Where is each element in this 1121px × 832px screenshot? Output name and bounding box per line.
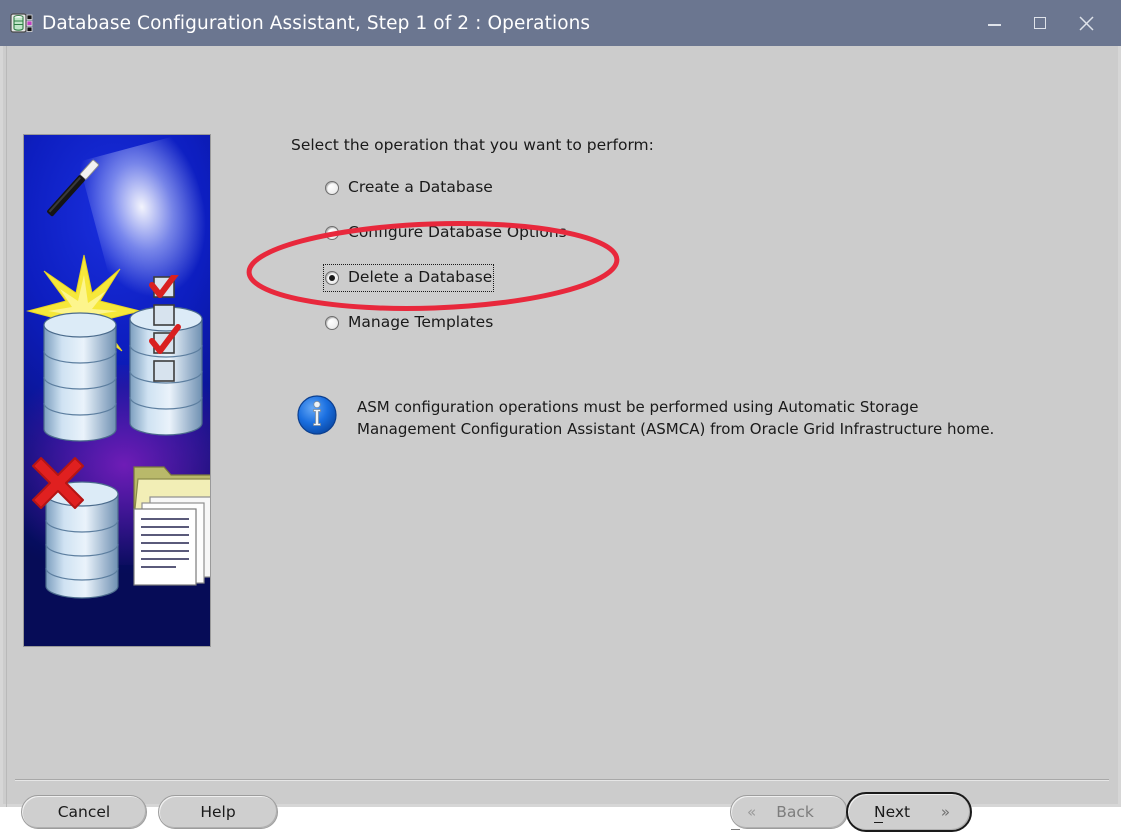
radio-label: Configure Database Options [348, 223, 567, 242]
client-area: Select the operation that you want to pe… [0, 46, 1121, 832]
next-button[interactable]: Next » [846, 792, 972, 832]
info-icon [295, 393, 339, 437]
radio-configure-database-options[interactable]: Configure Database Options [323, 219, 569, 247]
radio-indicator [325, 181, 339, 195]
cancel-button-label: Cancel [57, 803, 111, 821]
database-wizard-icon [10, 11, 34, 35]
dbca-window: Database Configuration Assistant, Step 1… [0, 0, 1121, 832]
radio-create-a-database[interactable]: Create a Database [323, 174, 495, 202]
cancel-button[interactable]: Cancel [21, 795, 147, 829]
title-bar[interactable]: Database Configuration Assistant, Step 1… [0, 0, 1121, 46]
back-button-label: Back [776, 803, 814, 821]
back-button[interactable]: « Back [730, 795, 848, 829]
radio-indicator [325, 271, 339, 285]
magic-wand-icon [32, 149, 112, 229]
wizard-banner-image [23, 134, 211, 647]
next-button-label: Next [874, 803, 911, 823]
radio-indicator [325, 226, 339, 240]
database-cylinder-icon [42, 311, 118, 447]
operation-radio-group: Create a Database Configure Database Opt… [323, 174, 743, 354]
window-controls [971, 0, 1121, 46]
radio-label: Delete a Database [348, 268, 493, 287]
minimize-icon[interactable] [971, 0, 1017, 46]
page-prompt: Select the operation that you want to pe… [291, 136, 654, 154]
radio-manage-templates[interactable]: Manage Templates [323, 309, 495, 337]
asm-info-note: ASM configuration operations must be per… [295, 393, 994, 440]
checklist-icon [148, 268, 181, 382]
radio-label: Create a Database [348, 178, 493, 197]
radio-indicator [325, 316, 339, 330]
footer-separator [15, 779, 1109, 781]
close-icon[interactable] [1063, 0, 1109, 46]
radio-label: Manage Templates [348, 313, 494, 332]
red-x-delete-icon [30, 455, 86, 511]
asm-info-text: ASM configuration operations must be per… [357, 398, 995, 438]
help-button-label: Help [200, 803, 236, 821]
radio-delete-a-database[interactable]: Delete a Database [323, 264, 495, 292]
help-button[interactable]: Help [158, 795, 278, 829]
documents-icon [128, 495, 210, 587]
window-title: Database Configuration Assistant, Step 1… [42, 12, 591, 34]
maximize-icon[interactable] [1017, 0, 1063, 46]
